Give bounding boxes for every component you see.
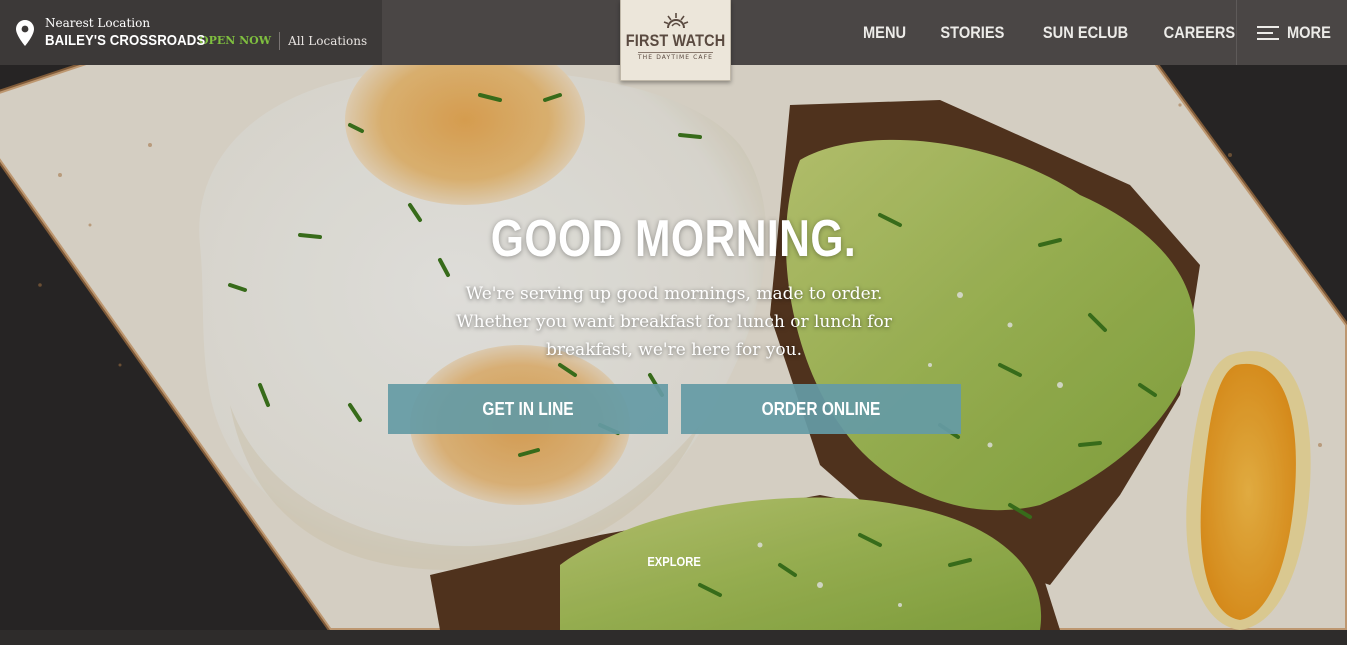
- more-menu-button[interactable]: MORE: [1236, 0, 1347, 65]
- nav-item-menu[interactable]: MENU: [863, 23, 906, 43]
- main-nav: MENU STORIES SUN ECLUB CAREERS: [832, 0, 1235, 65]
- hero-body-text: We're serving up good mornings, made to …: [456, 284, 892, 360]
- nav-item-careers[interactable]: CAREERS: [1164, 23, 1235, 43]
- nav-item-stories[interactable]: STORIES: [941, 23, 1005, 43]
- explore-link[interactable]: EXPLORE: [624, 554, 724, 569]
- location-name[interactable]: BAILEY'S CROSSROADS: [45, 32, 205, 49]
- more-label: MORE: [1287, 22, 1331, 42]
- logo-title: FIRST WATCH: [625, 31, 726, 50]
- nearest-location-label: Nearest Location: [45, 15, 151, 30]
- open-status-badge: OPEN NOW: [199, 31, 281, 50]
- nav-item-sun-eclub[interactable]: SUN ECLUB: [1043, 23, 1128, 43]
- location-text: Nearest Location BAILEY'S CROSSROADS OPE…: [45, 16, 367, 50]
- order-online-label: ORDER ONLINE: [761, 398, 881, 419]
- explore-label: EXPLORE: [647, 554, 701, 569]
- all-locations-link[interactable]: All Locations: [288, 34, 367, 48]
- order-online-button[interactable]: ORDER ONLINE: [681, 384, 961, 434]
- map-pin-icon: [16, 19, 34, 46]
- get-in-line-label: GET IN LINE: [482, 398, 574, 419]
- hero-headline: GOOD MORNING.: [490, 210, 857, 268]
- location-panel[interactable]: Nearest Location BAILEY'S CROSSROADS OPE…: [0, 0, 382, 65]
- get-in-line-button[interactable]: GET IN LINE: [388, 384, 668, 434]
- site-header: Nearest Location BAILEY'S CROSSROADS OPE…: [0, 0, 1347, 81]
- sun-icon: [663, 13, 688, 29]
- hamburger-icon: [1257, 25, 1279, 40]
- location-row: BAILEY'S CROSSROADS OPEN NOW All Locatio…: [45, 31, 367, 50]
- page-bottom-strip: [0, 630, 1347, 645]
- hero-section: GOOD MORNING. We're serving up good morn…: [0, 65, 1347, 630]
- logo-subtitle: THE DAYTIME CAFE: [637, 52, 714, 61]
- first-watch-logo[interactable]: FIRST WATCH THE DAYTIME CAFE: [620, 0, 731, 81]
